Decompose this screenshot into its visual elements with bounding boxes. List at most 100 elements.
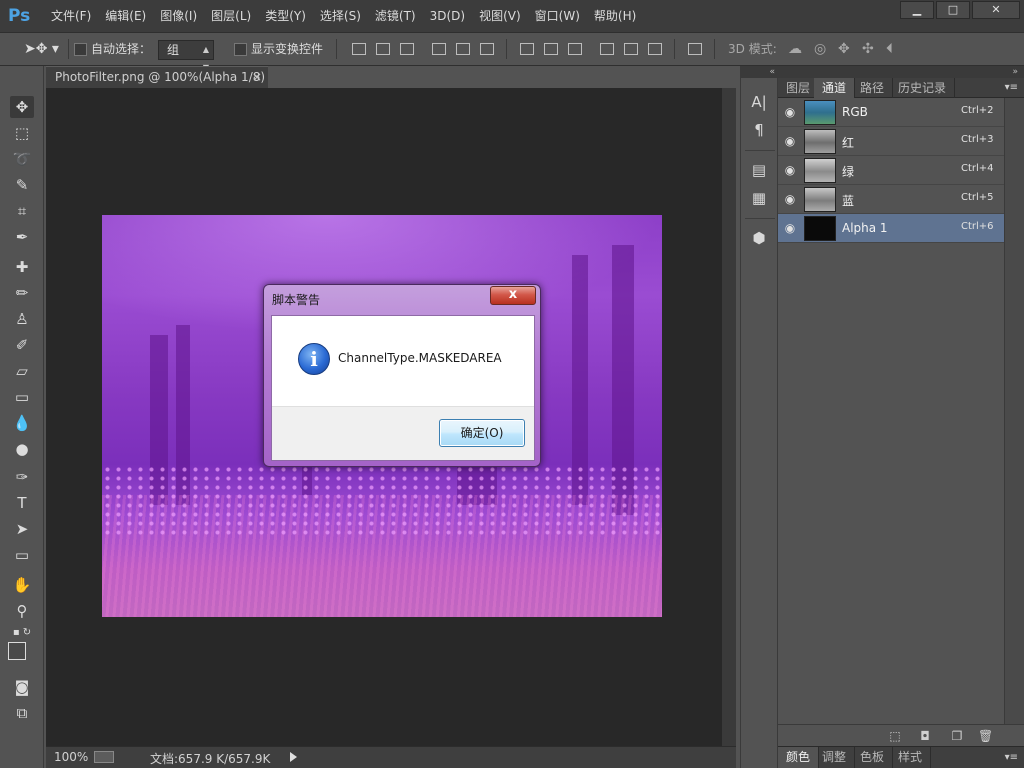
eye-icon[interactable]: ◉ bbox=[782, 191, 798, 207]
menu-layer[interactable]: 图层(L) bbox=[204, 0, 258, 32]
menu-view[interactable]: 视图(V) bbox=[472, 0, 528, 32]
tab-history[interactable]: 历史记录 bbox=[890, 78, 956, 98]
lasso-tool-icon[interactable]: ➰ bbox=[10, 148, 34, 170]
align-right-icon[interactable] bbox=[480, 43, 494, 55]
panel-menu-icon[interactable]: ▾≡ bbox=[1005, 752, 1018, 763]
channel-row-blue[interactable]: ◉ 蓝 Ctrl+5 bbox=[778, 185, 1004, 214]
3d-orbit-icon[interactable]: ☁ bbox=[788, 33, 802, 65]
close-tab-icon[interactable]: × bbox=[252, 70, 262, 84]
minimize-button[interactable]: ▁ bbox=[900, 1, 934, 19]
clone-stamp-tool-icon[interactable]: ♙ bbox=[10, 308, 34, 330]
type-tool-icon[interactable]: T bbox=[10, 492, 34, 514]
distribute-top-icon[interactable] bbox=[520, 43, 534, 55]
status-menu-arrow-icon[interactable] bbox=[290, 752, 297, 762]
align-top-icon[interactable] bbox=[352, 43, 366, 55]
paragraph-styles-icon[interactable]: ▦ bbox=[749, 188, 769, 208]
3d-slide-icon[interactable]: ✣ bbox=[862, 33, 874, 65]
eye-icon[interactable]: ◉ bbox=[782, 104, 798, 120]
screen-mode-icon[interactable]: ⧉ bbox=[10, 702, 34, 724]
eye-icon[interactable]: ◉ bbox=[782, 220, 798, 236]
3d-scale-icon[interactable]: ⏴ bbox=[886, 33, 893, 65]
menu-image[interactable]: 图像(I) bbox=[153, 0, 204, 32]
vertical-scrollbar[interactable] bbox=[722, 88, 736, 746]
3d-pan-icon[interactable]: ✥ bbox=[838, 33, 850, 65]
eye-icon[interactable]: ◉ bbox=[782, 162, 798, 178]
quick-mask-icon[interactable]: ◙ bbox=[10, 676, 34, 698]
blur-tool-icon[interactable]: 💧 bbox=[10, 412, 34, 434]
auto-select-checkbox[interactable]: 自动选择： bbox=[74, 33, 151, 65]
menu-3d[interactable]: 3D(D) bbox=[423, 0, 472, 32]
ok-button[interactable]: 确定(O) bbox=[439, 419, 525, 447]
dodge-tool-icon[interactable]: ● bbox=[10, 438, 34, 460]
brush-tool-icon[interactable]: ✏ bbox=[10, 282, 34, 304]
distribute-left-icon[interactable] bbox=[600, 43, 614, 55]
load-selection-icon[interactable]: ⬚ bbox=[888, 729, 902, 743]
close-window-button[interactable]: ✕ bbox=[972, 1, 1020, 19]
tab-layers[interactable]: 图层 bbox=[778, 78, 820, 98]
distribute-right-icon[interactable] bbox=[648, 43, 662, 55]
character-styles-icon[interactable]: ▤ bbox=[749, 160, 769, 180]
history-brush-tool-icon[interactable]: ✐ bbox=[10, 334, 34, 356]
character-panel-icon[interactable]: A| bbox=[749, 92, 769, 112]
align-hcenter-icon[interactable] bbox=[456, 43, 470, 55]
menu-file[interactable]: 文件(F) bbox=[44, 0, 98, 32]
move-tool-preset-icon[interactable]: ➤✥ ▾ bbox=[24, 33, 59, 65]
delete-channel-icon[interactable]: 🗑 bbox=[978, 729, 993, 743]
channel-row-green[interactable]: ◉ 绿 Ctrl+4 bbox=[778, 156, 1004, 185]
rectangle-tool-icon[interactable]: ▭ bbox=[10, 544, 34, 566]
distribute-vcenter-icon[interactable] bbox=[544, 43, 558, 55]
save-selection-icon[interactable]: ◘ bbox=[918, 729, 932, 743]
panel-collapse-icon[interactable]: » bbox=[778, 66, 1024, 78]
pen-tool-icon[interactable]: ✑ bbox=[10, 466, 34, 488]
distribute-hcenter-icon[interactable] bbox=[624, 43, 638, 55]
tab-color[interactable]: 颜色 bbox=[778, 747, 820, 768]
quick-select-tool-icon[interactable]: ✎ bbox=[10, 174, 34, 196]
hand-tool-icon[interactable]: ✋ bbox=[10, 574, 34, 596]
align-bottom-icon[interactable] bbox=[400, 43, 414, 55]
marquee-tool-icon[interactable]: ⬚ bbox=[10, 122, 34, 144]
channel-row-rgb[interactable]: ◉ RGB Ctrl+2 bbox=[778, 98, 1004, 127]
tab-swatches[interactable]: 色板 bbox=[852, 747, 894, 768]
tab-paths[interactable]: 路径 bbox=[852, 78, 894, 98]
healing-brush-tool-icon[interactable]: ✚ bbox=[10, 256, 34, 278]
panel-menu-icon[interactable]: ▾≡ bbox=[1005, 82, 1018, 93]
collapse-arrows-icon[interactable]: « bbox=[741, 66, 779, 78]
align-left-icon[interactable] bbox=[432, 43, 446, 55]
tab-adjustments[interactable]: 调整 bbox=[814, 747, 856, 768]
document-tab[interactable]: PhotoFilter.png @ 100%(Alpha 1/8) × bbox=[46, 66, 268, 88]
zoom-tool-icon[interactable]: ⚲ bbox=[10, 600, 34, 622]
menu-select[interactable]: 选择(S) bbox=[313, 0, 368, 32]
eraser-tool-icon[interactable]: ▱ bbox=[10, 360, 34, 382]
menu-type[interactable]: 类型(Y) bbox=[258, 0, 313, 32]
dialog-close-button[interactable]: x bbox=[490, 286, 536, 305]
distribute-bottom-icon[interactable] bbox=[568, 43, 582, 55]
show-transform-checkbox[interactable]: 显示变换控件 bbox=[234, 33, 323, 65]
path-select-tool-icon[interactable]: ➤ bbox=[10, 518, 34, 540]
panel-scrollbar[interactable] bbox=[1004, 98, 1024, 724]
menu-edit[interactable]: 编辑(E) bbox=[98, 0, 153, 32]
gradient-tool-icon[interactable]: ▭ bbox=[10, 386, 34, 408]
eye-icon[interactable]: ◉ bbox=[782, 133, 798, 149]
paragraph-panel-icon[interactable]: ¶ bbox=[749, 120, 769, 140]
zoom-level[interactable]: 100% bbox=[54, 750, 88, 764]
tab-channels[interactable]: 通道 bbox=[814, 78, 856, 98]
channel-row-alpha1[interactable]: ◉ Alpha 1 Ctrl+6 bbox=[778, 214, 1004, 243]
auto-align-icon[interactable] bbox=[688, 43, 702, 55]
menu-window[interactable]: 窗口(W) bbox=[528, 0, 587, 32]
maximize-button[interactable]: □ bbox=[936, 1, 970, 19]
menu-help[interactable]: 帮助(H) bbox=[587, 0, 643, 32]
channel-row-red[interactable]: ◉ 红 Ctrl+3 bbox=[778, 127, 1004, 156]
channel-shortcut: Ctrl+4 bbox=[961, 163, 994, 174]
menu-filter[interactable]: 滤镜(T) bbox=[368, 0, 423, 32]
3d-roll-icon[interactable]: ◎ bbox=[814, 33, 826, 65]
foreground-color-swatch[interactable] bbox=[8, 642, 26, 660]
new-channel-icon[interactable]: ❐ bbox=[950, 729, 964, 743]
swap-colors-icon[interactable]: ▪ ↻ bbox=[10, 622, 34, 644]
eyedropper-tool-icon[interactable]: ✒ bbox=[10, 226, 34, 248]
crop-tool-icon[interactable]: ⌗ bbox=[10, 200, 34, 222]
auto-select-dropdown[interactable]: 组 ▲▼ bbox=[158, 40, 214, 72]
3d-panel-icon[interactable]: ⬢ bbox=[749, 228, 769, 248]
align-vcenter-icon[interactable] bbox=[376, 43, 390, 55]
move-tool-icon[interactable]: ✥ bbox=[10, 96, 34, 118]
tab-styles[interactable]: 样式 bbox=[890, 747, 932, 768]
